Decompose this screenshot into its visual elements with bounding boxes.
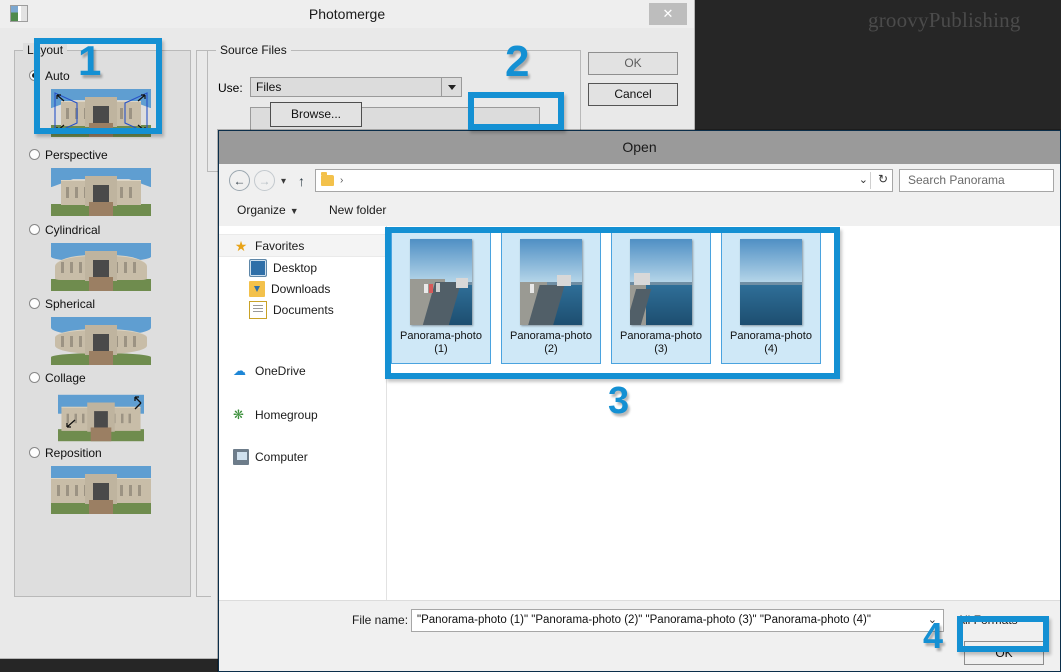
format-filter[interactable]: All Formats (952, 609, 1055, 632)
layout-option-spherical[interactable]: Spherical (29, 297, 95, 311)
radio-reposition[interactable] (29, 447, 40, 458)
file-list-pane[interactable]: Panorama-photo (1) Panorama-photo (2) Pa… (387, 226, 1060, 601)
layout-thumb-auto (51, 89, 151, 137)
layout-option-reposition[interactable]: Reposition (29, 446, 102, 460)
sidebar-label-homegroup: Homegroup (255, 407, 318, 422)
new-folder-button[interactable]: New folder (329, 203, 386, 217)
sidebar-item-computer[interactable]: Computer (219, 446, 400, 467)
layout-thumb-cylindrical (51, 243, 151, 291)
layout-thumb-perspective (51, 168, 151, 216)
open-navigation-bar: ← → ▾ ↑ › ⌄ ↻ Search Panorama (219, 164, 1060, 198)
history-dropdown-icon[interactable]: ⌄ (859, 173, 868, 186)
layout-group: Layout Auto Perspective Cylindrical Sphe… (14, 43, 191, 597)
computer-icon (233, 448, 249, 465)
open-ok-button[interactable]: OK (964, 641, 1044, 665)
file-label-2: Panorama-photo (2) (510, 330, 592, 355)
close-icon[interactable]: ✕ (649, 3, 687, 25)
sidebar-label-favorites: Favorites (255, 238, 305, 253)
layout-thumb-collage (51, 391, 151, 445)
sidebar-label-computer: Computer (255, 449, 308, 464)
photomerge-titlebar: Photomerge ✕ (0, 0, 694, 28)
organize-label: Organize (237, 203, 286, 217)
sidebar-label-desktop: Desktop (273, 260, 318, 275)
refresh-icon[interactable]: ↻ (878, 172, 888, 186)
open-footer: File name: "Panorama-photo (1)" "Panoram… (219, 600, 1060, 671)
documents-icon (249, 300, 267, 319)
file-tile-2[interactable]: Panorama-photo (2) (501, 230, 601, 364)
radio-spherical[interactable] (29, 298, 40, 309)
layout-option-auto[interactable]: Auto (29, 69, 70, 83)
radio-collage[interactable] (29, 372, 40, 383)
places-pane: ★ Favorites Desktop Downloads Documents … (219, 226, 400, 601)
layout-label-auto: Auto (45, 69, 70, 83)
layout-thumb-reposition (51, 466, 151, 514)
open-dialog: Open ← → ▾ ↑ › ⌄ ↻ Search Panorama Organ… (218, 130, 1061, 672)
browse-button[interactable]: Browse... (270, 102, 362, 127)
open-toolbar: Organize ▼ New folder (219, 197, 1060, 227)
layout-label-collage: Collage (45, 371, 86, 385)
layout-option-perspective[interactable]: Perspective (29, 148, 108, 162)
folder-icon (321, 172, 334, 186)
file-label-3: Panorama-photo (3) (620, 330, 702, 355)
back-icon[interactable]: ← (229, 170, 250, 191)
layout-label-perspective: Perspective (45, 148, 108, 162)
layout-option-cylindrical[interactable]: Cylindrical (29, 223, 100, 237)
use-select[interactable]: Files (250, 77, 462, 97)
layout-option-collage[interactable]: Collage (29, 371, 86, 385)
file-name-label: File name: (352, 613, 409, 627)
recent-locations-icon[interactable]: ▾ (281, 176, 286, 187)
open-dialog-title: Open (622, 139, 657, 155)
photomerge-cancel-button[interactable]: Cancel (588, 83, 678, 106)
chevron-down-icon[interactable]: ⌄ (928, 610, 937, 631)
file-thumbnail-2 (520, 239, 582, 325)
forward-icon[interactable]: → (254, 170, 275, 191)
use-label: Use: (218, 81, 243, 95)
source-files-legend: Source Files (216, 43, 291, 57)
radio-auto[interactable] (29, 70, 40, 81)
file-tile-1[interactable]: Panorama-photo (1) (391, 230, 491, 364)
sidebar-label-downloads: Downloads (271, 281, 331, 296)
file-label-1: Panorama-photo (1) (400, 330, 482, 355)
downloads-icon (249, 280, 265, 297)
file-name-value: "Panorama-photo (1)" "Panorama-photo (2)… (417, 614, 871, 626)
radio-cylindrical[interactable] (29, 224, 40, 235)
radio-perspective[interactable] (29, 149, 40, 160)
homegroup-icon: ❋ (233, 406, 244, 422)
sidebar-item-onedrive[interactable]: ☁ OneDrive (219, 360, 400, 381)
file-tile-4[interactable]: Panorama-photo (4) (721, 230, 821, 364)
sidebar-item-favorites[interactable]: ★ Favorites (219, 234, 400, 257)
organize-button[interactable]: Organize ▼ (237, 203, 299, 217)
photomerge-title: Photomerge (308, 6, 386, 22)
file-thumbnail-4 (740, 239, 802, 325)
search-input[interactable]: Search Panorama (899, 169, 1054, 192)
cloud-icon: ☁ (233, 362, 246, 378)
file-tile-3[interactable]: Panorama-photo (3) (611, 230, 711, 364)
sidebar-label-documents: Documents (273, 302, 334, 317)
chevron-down-icon: ▼ (289, 206, 299, 216)
open-titlebar: Open (219, 131, 1060, 164)
watermark: groovyPublishing (868, 8, 1021, 32)
layout-label-cylindrical: Cylindrical (45, 223, 101, 237)
layout-thumb-spherical (51, 317, 151, 365)
breadcrumb[interactable]: › ⌄ ↻ (315, 169, 893, 192)
star-icon: ★ (234, 237, 248, 254)
photomerge-ok-button[interactable]: OK (588, 52, 678, 75)
desktop-icon (249, 258, 267, 277)
layout-label-spherical: Spherical (45, 297, 96, 311)
breadcrumb-divider (870, 172, 871, 189)
file-name-input[interactable]: "Panorama-photo (1)" "Panorama-photo (2)… (411, 609, 944, 632)
open-main-area: ★ Favorites Desktop Downloads Documents … (219, 226, 1060, 601)
breadcrumb-separator: › (340, 175, 344, 186)
file-thumbnail-1 (410, 239, 472, 325)
use-select-value: Files (256, 80, 282, 94)
up-icon[interactable]: ↑ (298, 173, 305, 189)
chevron-down-icon[interactable] (441, 78, 461, 96)
file-label-4: Panorama-photo (4) (730, 330, 812, 355)
layout-label-reposition: Reposition (45, 446, 102, 460)
file-thumbnail-3 (630, 239, 692, 325)
sidebar-label-onedrive: OneDrive (255, 363, 306, 378)
sidebar-item-homegroup[interactable]: ❋ Homegroup (219, 404, 400, 425)
